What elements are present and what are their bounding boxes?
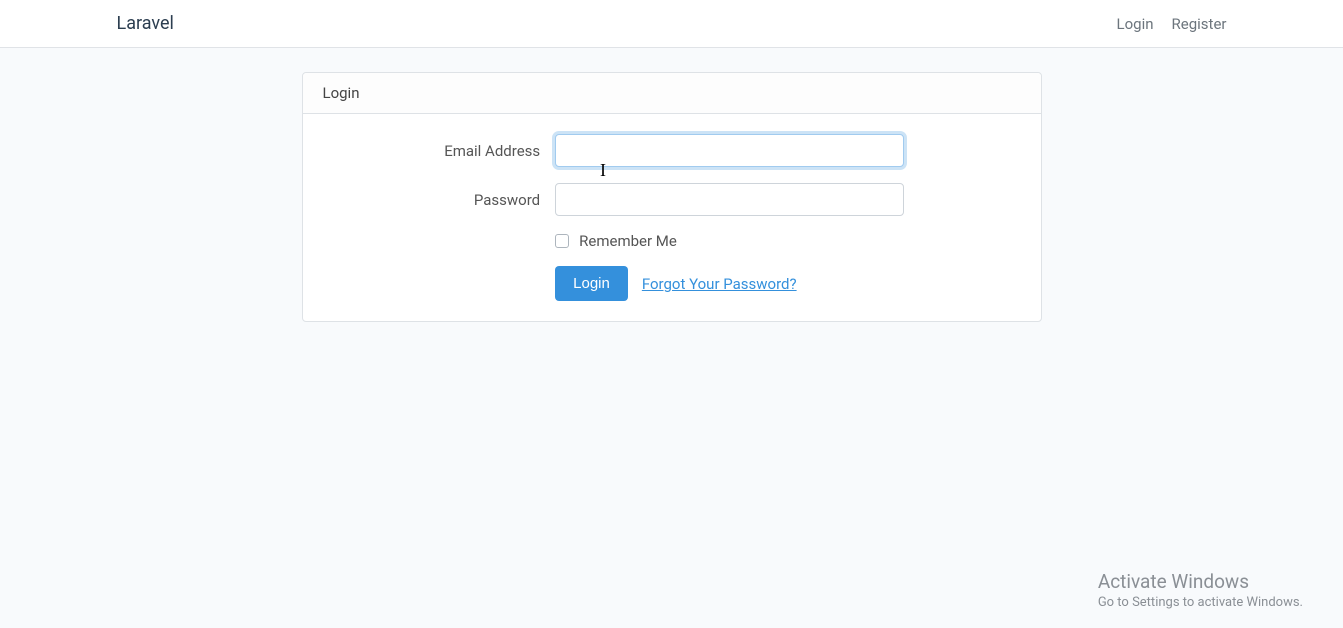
watermark-sub: Go to Settings to activate Windows. bbox=[1098, 595, 1303, 610]
login-card-column: Login Email Address Password bbox=[302, 72, 1042, 322]
email-input-wrap bbox=[555, 134, 904, 167]
password-label: Password bbox=[323, 191, 556, 209]
navbar-nav: Login Register bbox=[1117, 14, 1227, 33]
password-form-group: Password bbox=[323, 183, 1021, 216]
remember-checkbox[interactable] bbox=[555, 234, 569, 248]
email-input[interactable] bbox=[555, 134, 904, 167]
card-header: Login bbox=[303, 73, 1041, 114]
remember-check: Remember Me bbox=[555, 232, 677, 250]
row: Login Email Address Password bbox=[117, 72, 1227, 322]
nav-register-link[interactable]: Register bbox=[1172, 15, 1227, 33]
remember-form-group: Remember Me bbox=[323, 232, 1021, 250]
card-body: Email Address Password bbox=[303, 114, 1041, 321]
navbar: Laravel Login Register bbox=[0, 0, 1343, 48]
email-label: Email Address bbox=[323, 142, 556, 160]
brand-link[interactable]: Laravel bbox=[117, 13, 174, 34]
login-button[interactable]: Login bbox=[555, 266, 628, 301]
main-container: Login Email Address Password bbox=[102, 48, 1242, 322]
password-input-wrap bbox=[555, 183, 904, 216]
remember-offset: Remember Me bbox=[555, 232, 1020, 250]
watermark-title: Activate Windows bbox=[1098, 570, 1303, 593]
windows-watermark: Activate Windows Go to Settings to activ… bbox=[1098, 570, 1303, 610]
login-card: Login Email Address Password bbox=[302, 72, 1042, 322]
remember-label[interactable]: Remember Me bbox=[579, 232, 677, 250]
nav-login-link[interactable]: Login bbox=[1117, 15, 1154, 33]
email-form-group: Email Address bbox=[323, 134, 1021, 167]
form-actions: Login Forgot Your Password? bbox=[555, 266, 1020, 301]
navbar-container: Laravel Login Register bbox=[102, 13, 1242, 34]
password-input[interactable] bbox=[555, 183, 904, 216]
forgot-password-link[interactable]: Forgot Your Password? bbox=[642, 275, 797, 293]
